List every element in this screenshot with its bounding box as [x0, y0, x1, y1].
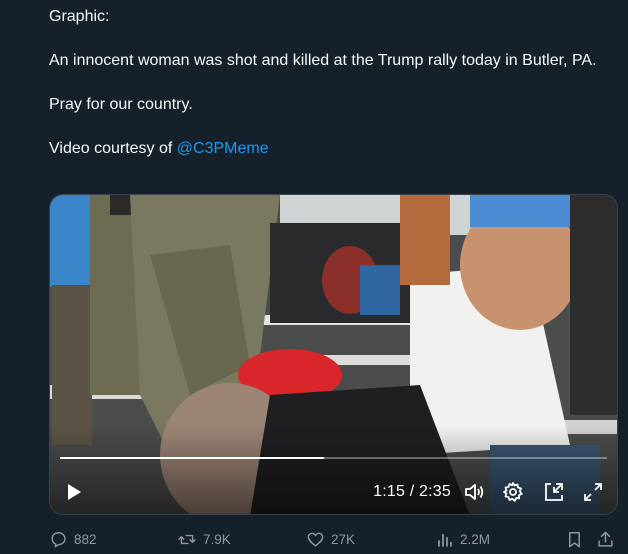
- play-button[interactable]: [62, 480, 86, 504]
- share-icon: [598, 531, 613, 547]
- progress-bar[interactable]: [60, 457, 607, 459]
- views-icon: [438, 533, 452, 547]
- video-controls: 1:15 / 2:35: [50, 470, 617, 514]
- progress-fill: [60, 457, 324, 459]
- video-frame: [50, 195, 617, 514]
- tweet-text: Graphic: An innocent woman was shot and …: [49, 6, 619, 182]
- video-player[interactable]: 1:15 / 2:35: [49, 194, 618, 515]
- volume-icon: [465, 484, 484, 500]
- picture-in-picture-icon: [545, 483, 563, 501]
- bookmark-button[interactable]: [565, 528, 584, 550]
- like-count: 27K: [331, 531, 356, 547]
- credit-prefix: Video courtesy of: [49, 140, 177, 157]
- reply-icon: [51, 531, 66, 547]
- gear-icon: [503, 482, 523, 502]
- tweet-actions: 882 7.9K 27K 2.2M: [49, 528, 618, 550]
- share-button[interactable]: [596, 528, 615, 550]
- tweet-paragraph: Graphic:: [49, 8, 110, 25]
- mention-link[interactable]: @C3PMeme: [177, 140, 269, 157]
- views-button[interactable]: 2.2M: [435, 528, 490, 550]
- volume-button[interactable]: [462, 480, 486, 504]
- view-count: 2.2M: [460, 531, 491, 547]
- fullscreen-button[interactable]: [581, 480, 605, 504]
- reply-count: 882: [74, 531, 97, 547]
- play-icon: [68, 484, 81, 500]
- heart-icon: [307, 532, 324, 547]
- reply-button[interactable]: 882: [49, 528, 97, 550]
- pip-button[interactable]: [542, 480, 566, 504]
- like-button[interactable]: 27K: [306, 528, 355, 550]
- settings-button[interactable]: [501, 480, 525, 504]
- tweet-paragraph: An innocent woman was shot and killed at…: [49, 52, 597, 69]
- time-display: 1:15 / 2:35: [373, 483, 451, 500]
- tweet-paragraph: Pray for our country.: [49, 96, 193, 113]
- repost-count: 7.9K: [203, 531, 231, 547]
- bookmark-icon: [568, 531, 581, 547]
- fullscreen-icon: [584, 483, 602, 501]
- tweet-credit: Video courtesy of @C3PMeme: [49, 138, 619, 160]
- repost-button[interactable]: 7.9K: [177, 528, 231, 550]
- repost-icon: [178, 534, 196, 544]
